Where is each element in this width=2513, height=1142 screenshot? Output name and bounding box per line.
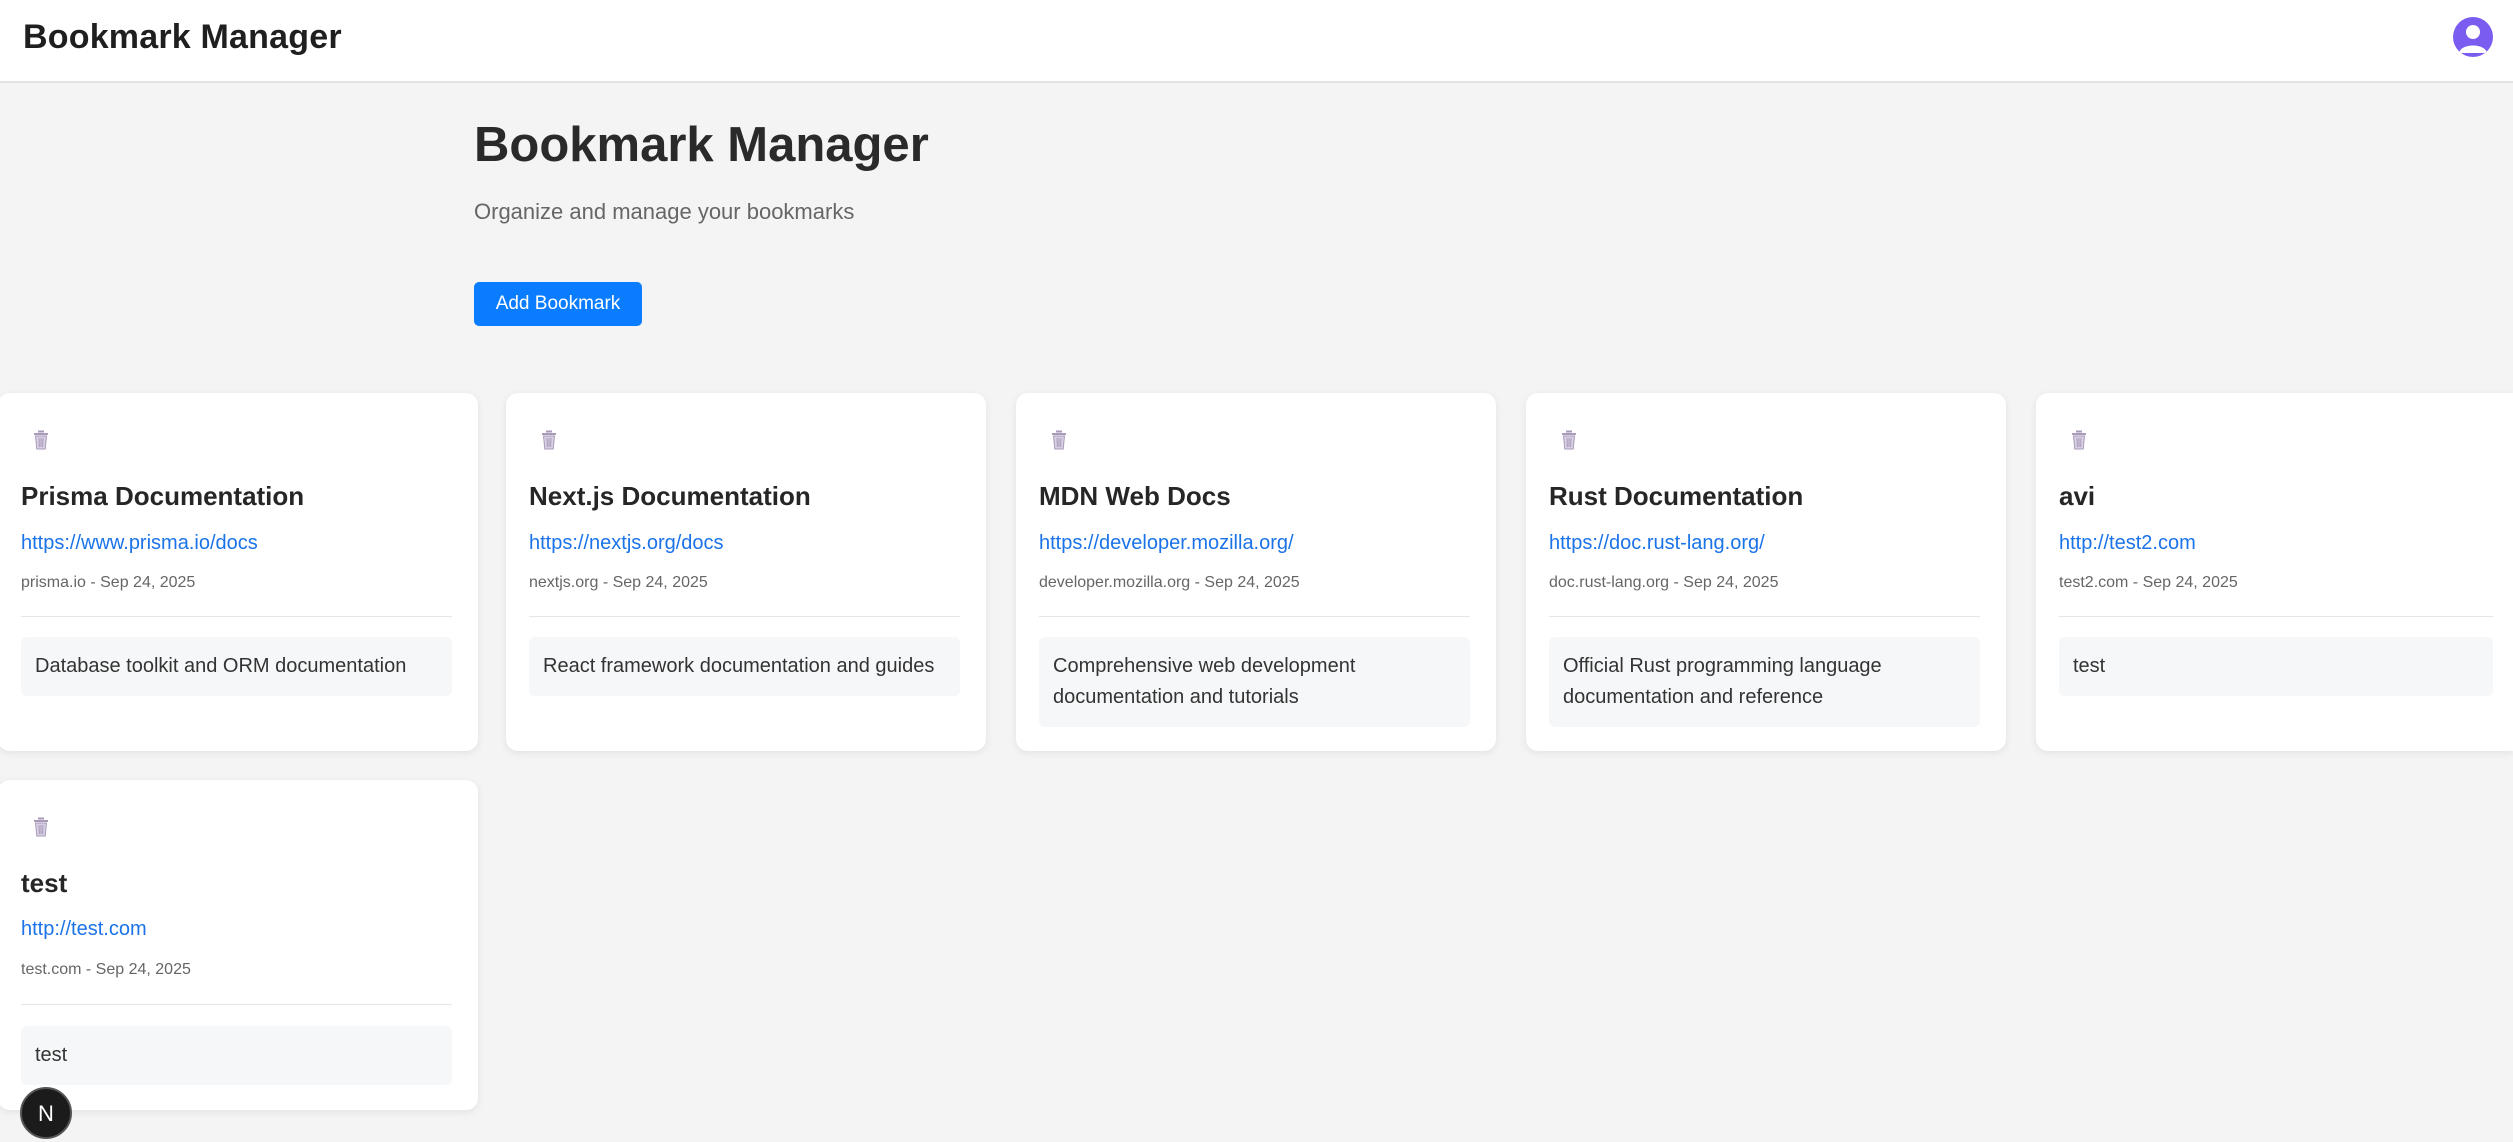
page-title: Bookmark Manager xyxy=(474,117,929,173)
bookmark-url-link[interactable]: https://nextjs.org/docs xyxy=(529,532,724,555)
dev-badge-label: N xyxy=(38,1101,54,1126)
card-divider xyxy=(1039,616,1470,617)
bookmark-card: Next.js Documentation https://nextjs.org… xyxy=(506,393,986,751)
card-divider xyxy=(21,1004,452,1005)
card-divider xyxy=(21,616,452,617)
bookmark-description: test xyxy=(21,1026,452,1085)
card-divider xyxy=(1549,616,1980,617)
bookmark-title: MDN Web Docs xyxy=(1039,481,1231,512)
card-divider xyxy=(2059,616,2493,617)
bookmark-url-link[interactable]: https://developer.mozilla.org/ xyxy=(1039,532,1294,555)
bookmark-card: Prisma Documentation https://www.prisma.… xyxy=(0,393,478,751)
trash-icon[interactable] xyxy=(31,429,51,451)
bookmark-description: React framework documentation and guides xyxy=(529,637,960,696)
trash-icon[interactable] xyxy=(2069,429,2089,451)
bookmark-title: Next.js Documentation xyxy=(529,481,811,512)
add-bookmark-button[interactable]: Add Bookmark xyxy=(474,282,642,326)
nextjs-dev-indicator-icon[interactable]: N xyxy=(20,1087,72,1139)
bookmark-card: Rust Documentation https://doc.rust-lang… xyxy=(1526,393,2006,751)
top-navbar: Bookmark Manager xyxy=(0,0,2513,83)
app-title: Bookmark Manager xyxy=(23,18,342,57)
card-divider xyxy=(529,616,960,617)
bookmark-meta: test2.com - Sep 24, 2025 xyxy=(2059,574,2238,592)
trash-icon[interactable] xyxy=(1049,429,1069,451)
bookmark-card: test http://test.com test.com - Sep 24, … xyxy=(0,780,478,1110)
bookmark-meta: test.com - Sep 24, 2025 xyxy=(21,961,191,979)
trash-icon[interactable] xyxy=(539,429,559,451)
bookmark-description: Official Rust programming language docum… xyxy=(1549,637,1980,727)
bookmark-description: test xyxy=(2059,637,2493,696)
bookmark-title: Rust Documentation xyxy=(1549,481,1803,512)
bookmark-url-link[interactable]: http://test.com xyxy=(21,918,147,941)
bookmark-meta: nextjs.org - Sep 24, 2025 xyxy=(529,574,708,592)
bookmark-meta: developer.mozilla.org - Sep 24, 2025 xyxy=(1039,574,1300,592)
bookmark-card: MDN Web Docs https://developer.mozilla.o… xyxy=(1016,393,1496,751)
bookmark-description: Comprehensive web development documentat… xyxy=(1039,637,1470,727)
bookmark-url-link[interactable]: http://test2.com xyxy=(2059,532,2196,555)
bookmark-description: Database toolkit and ORM documentation xyxy=(21,637,452,696)
bookmark-url-link[interactable]: https://doc.rust-lang.org/ xyxy=(1549,532,1765,555)
page-subtitle: Organize and manage your bookmarks xyxy=(474,199,854,225)
bookmark-title: Prisma Documentation xyxy=(21,481,304,512)
bookmark-card: avi http://test2.com test2.com - Sep 24,… xyxy=(2036,393,2513,751)
bookmark-title: avi xyxy=(2059,481,2095,512)
bookmark-url-link[interactable]: https://www.prisma.io/docs xyxy=(21,532,258,555)
trash-icon[interactable] xyxy=(1559,429,1579,451)
bookmark-title: test xyxy=(21,868,67,899)
bookmark-meta: prisma.io - Sep 24, 2025 xyxy=(21,574,195,592)
trash-icon[interactable] xyxy=(31,816,51,838)
user-avatar-icon[interactable] xyxy=(2453,17,2493,57)
bookmark-meta: doc.rust-lang.org - Sep 24, 2025 xyxy=(1549,574,1778,592)
